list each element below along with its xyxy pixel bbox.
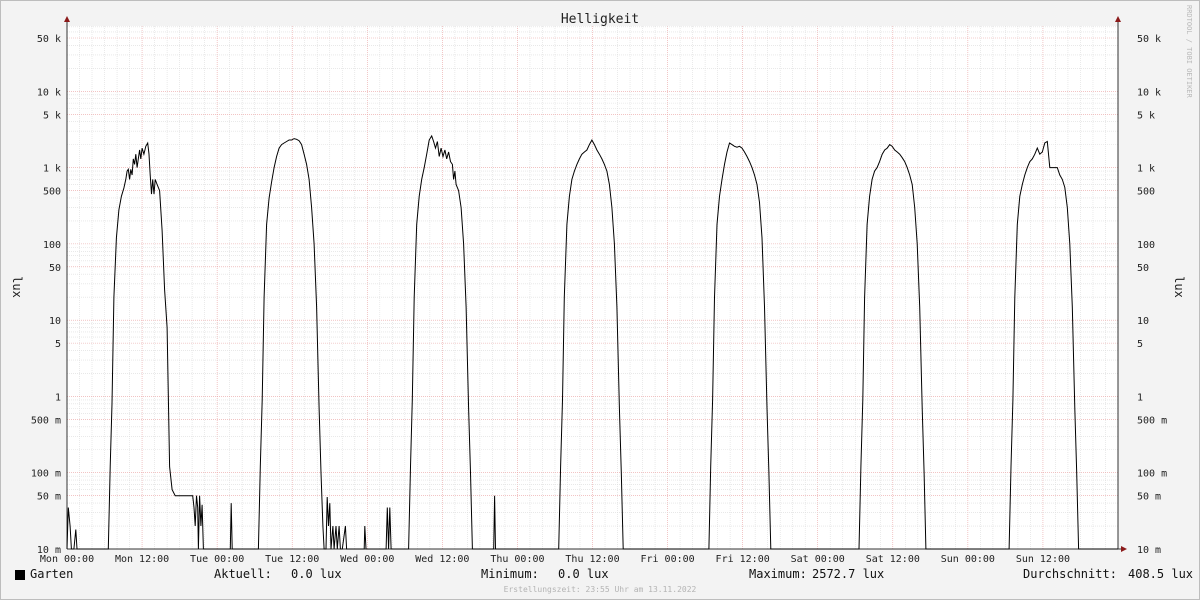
y-tick-label-right: 50 m [1137, 492, 1161, 503]
y-tick-label-right: 1 [1137, 392, 1143, 403]
legend-aktuell-label: Aktuell: [214, 567, 272, 581]
y-tick-label-left: 1 k [43, 164, 61, 175]
legend-maximum-value: 2572.7 lux [812, 567, 885, 581]
y-tick-label-left: 500 [43, 187, 61, 198]
x-tick-label: Mon 12:00 [115, 554, 169, 565]
y-tick-label-left: 1 [55, 392, 61, 403]
y-tick-label-right: 5 k [1137, 110, 1155, 121]
brightness-chart: 10 m 10 m50 m 50 m100 m 100 m500 m 500 m1 15 5… [10, 5, 1193, 565]
y-tick-label-right: 100 [1137, 240, 1155, 251]
x-tick-label: Fri 12:00 [716, 554, 770, 565]
y-tick-label-left: 100 [43, 240, 61, 251]
legend-aktuell-value: 0.0 lux [291, 567, 342, 581]
y-tick-label-right: 50 k [1137, 34, 1161, 45]
y-tick-label-left: 50 k [37, 34, 61, 45]
y-axis-arrow-left [64, 16, 70, 22]
legend-minimum-label: Minimum: [481, 567, 539, 581]
rrdtool-watermark: RRDTOOL / TOBI OETIKER [1185, 5, 1193, 99]
y-tick-label-left: 50 [49, 263, 61, 274]
y-tick-label-left: 10 [49, 316, 61, 327]
y-tick-label-left: 500 m [31, 415, 61, 426]
y-tick-label-right: 500 m [1137, 415, 1167, 426]
legend-maximum-label: Maximum: [749, 567, 807, 581]
y-tick-label-right: 10 k [1137, 87, 1161, 98]
y-tick-label-right: 10 m [1137, 545, 1161, 556]
y-tick-label-left: 100 m [31, 469, 61, 480]
creation-time: Erstellungszeit: 23:55 Uhr am 13.11.2022 [503, 585, 697, 594]
x-tick-label: Tue 12:00 [265, 554, 319, 565]
y-tick-label-left: 5 k [43, 110, 61, 121]
y-tick-label-right: 50 [1137, 263, 1149, 274]
x-tick-label: Sun 00:00 [941, 554, 995, 565]
y-tick-label-right: 100 m [1137, 469, 1167, 480]
x-tick-label: Mon 00:00 [40, 554, 94, 565]
x-tick-label: Wed 12:00 [415, 554, 469, 565]
y-tick-label-right: 1 k [1137, 164, 1155, 175]
y-tick-label-right: 10 [1137, 316, 1149, 327]
x-tick-label: Wed 00:00 [340, 554, 394, 565]
y-tick-label-left: 10 k [37, 87, 61, 98]
legend-average-value: 408.5 lux [1128, 567, 1194, 581]
legend-series-name: Garten [30, 567, 74, 581]
legend-swatch-garten [15, 570, 25, 580]
x-tick-label: Tue 00:00 [190, 554, 244, 565]
y-axis-arrow-right [1115, 16, 1121, 22]
x-tick-label: Thu 12:00 [565, 554, 619, 565]
x-tick-label: Sat 00:00 [791, 554, 845, 565]
y-tick-label-left: 5 [55, 339, 61, 350]
x-tick-label: Sat 12:00 [866, 554, 920, 565]
y-tick-label-right: 500 [1137, 187, 1155, 198]
y-axis-label-right: lux [1172, 276, 1186, 298]
legend-average-label: Durchschnitt: [1023, 567, 1117, 581]
x-tick-label: Sun 12:00 [1016, 554, 1070, 565]
x-axis-arrow [1121, 546, 1127, 552]
y-axis-label-left: lux [10, 276, 24, 298]
x-tick-label: Fri 00:00 [640, 554, 694, 565]
x-tick-label: Thu 00:00 [490, 554, 544, 565]
chart-title: Helligkeit [561, 12, 639, 27]
y-tick-label-left: 50 m [37, 492, 61, 503]
legend-minimum-value: 0.0 lux [558, 567, 609, 581]
y-tick-label-right: 5 [1137, 339, 1143, 350]
